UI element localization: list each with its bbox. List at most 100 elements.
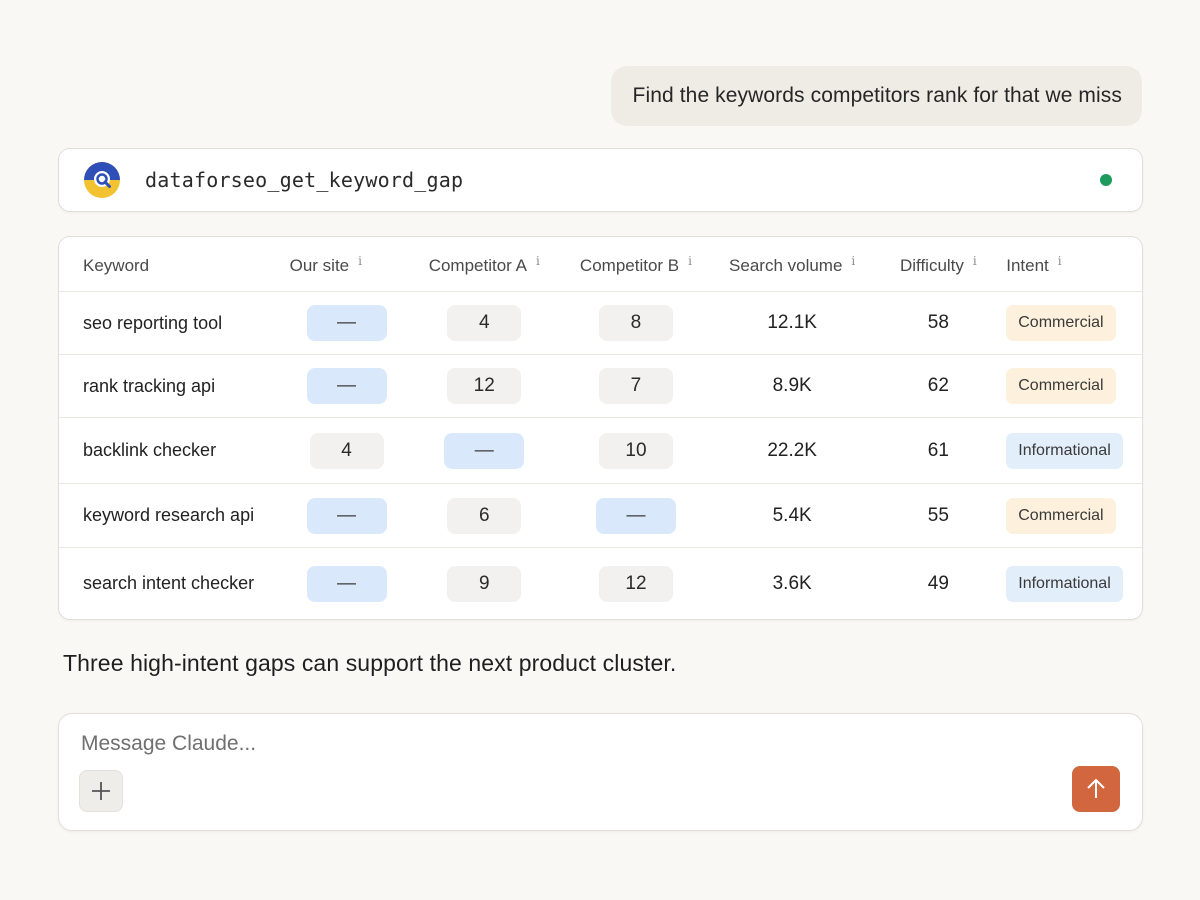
table-row: search intent checker — 9 12 3.6K 49 Informati… (59, 548, 1142, 619)
competitor-a-rank: 12 (447, 368, 522, 404)
our-site-rank-cell: 4 (289, 432, 407, 469)
competitor-a-rank-cell: 9 (406, 565, 562, 602)
intent-cell: Commercial (1002, 497, 1142, 534)
keyword-cell: search intent checker (59, 573, 289, 594)
competitor-b-rank-cell: — (562, 497, 710, 534)
gap-indicator: — (444, 432, 525, 469)
competitor-a-rank: 9 (447, 565, 522, 602)
table-row: seo reporting tool — 4 8 12.1K 58 Commercial (59, 292, 1142, 355)
difficulty-cell: 58 (875, 312, 1003, 334)
dataforseo-logo-icon (83, 161, 121, 199)
competitor-b-rank-cell: 7 (562, 368, 710, 404)
info-icon[interactable]: i (536, 254, 540, 268)
keyword-text: backlink checker (83, 440, 217, 460)
search-volume: 5.4K (772, 504, 812, 526)
our-site-rank-cell: — (289, 305, 407, 341)
search-volume: 22.2K (767, 439, 817, 461)
arrow-up-icon (1084, 777, 1108, 801)
keyword-text: seo reporting tool (83, 312, 223, 333)
difficulty-score: 58 (927, 312, 949, 333)
our-site-rank: 4 (309, 432, 384, 469)
intent-cell: Commercial (1002, 368, 1142, 404)
table-header-row: Keyword Our site i Competitor Ai Competit… (59, 237, 1142, 292)
tool-name: dataforseo_get_keyword_gap (145, 168, 464, 192)
search-volume: 3.6K (772, 572, 812, 594)
keyword-text: rank tracking api (83, 375, 216, 396)
header-competitor-b: Competitor Bi (579, 254, 692, 275)
keyword-cell: rank tracking api (59, 376, 289, 397)
competitor-b-rank: 12 (598, 565, 673, 602)
search-volume-cell: 22.2K (710, 440, 875, 462)
search-volume-cell: 8.9K (710, 375, 875, 397)
keyword-cell: backlink checker (59, 440, 289, 461)
keyword-cell: keyword research api (59, 505, 289, 526)
table-row: keyword research api — 6 — 5.4K 55 Commercial (59, 484, 1142, 548)
search-volume-cell: 12.1K (710, 312, 875, 334)
difficulty-cell: 61 (875, 440, 1003, 462)
header-keyword: Keyword (83, 256, 150, 275)
difficulty-cell: 62 (875, 375, 1003, 397)
add-attachment-button[interactable] (79, 770, 123, 812)
user-message-text: Find the keywords competitors rank for t… (632, 84, 1122, 107)
competitor-b-rank: 8 (598, 305, 673, 341)
competitor-b-rank: 7 (598, 368, 673, 404)
header-intent: Intent i (1006, 254, 1062, 275)
info-icon[interactable]: i (851, 254, 855, 268)
keyword-text: keyword research api (83, 505, 255, 525)
difficulty-cell: 55 (875, 505, 1003, 527)
intent-badge: Informational (1006, 565, 1123, 602)
intent-badge: Commercial (1006, 368, 1116, 404)
competitor-a-rank-cell: 4 (406, 305, 562, 341)
competitor-a-rank-cell: — (406, 432, 562, 469)
gap-indicator: — (306, 305, 387, 341)
header-difficulty: Difficulty i (899, 254, 977, 275)
keyword-text: search intent checker (83, 573, 255, 593)
gap-indicator: — (306, 368, 387, 404)
gap-indicator: — (595, 497, 676, 534)
difficulty-score: 62 (927, 375, 949, 396)
difficulty-cell: 49 (875, 573, 1003, 595)
gap-indicator: — (306, 497, 387, 534)
search-volume: 8.9K (772, 375, 812, 396)
header-competitor-a: Competitor Ai (428, 254, 540, 275)
send-button[interactable] (1072, 766, 1120, 812)
competitor-b-rank-cell: 12 (562, 565, 710, 602)
our-site-rank-cell: — (289, 565, 407, 602)
info-icon[interactable]: i (688, 254, 692, 268)
user-message-bubble: Find the keywords competitors rank for t… (610, 66, 1142, 126)
plus-icon (90, 780, 112, 802)
info-icon[interactable]: i (358, 254, 362, 268)
message-input[interactable] (81, 732, 981, 756)
competitor-a-rank: 4 (447, 305, 522, 341)
competitor-a-rank-cell: 6 (406, 497, 562, 534)
assistant-message: Three high-intent gaps can support the n… (63, 650, 677, 676)
intent-cell: Commercial (1002, 305, 1142, 341)
competitor-b-rank-cell: 8 (562, 305, 710, 341)
intent-badge: Commercial (1006, 305, 1116, 341)
intent-cell: Informational (1002, 432, 1142, 469)
info-icon[interactable]: i (1058, 254, 1062, 268)
chat-page: Find the keywords competitors rank for t… (0, 0, 1200, 900)
difficulty-score: 55 (927, 504, 949, 526)
table-row: backlink checker 4 — 10 22.2K 61 Informational (59, 418, 1142, 484)
search-volume-cell: 3.6K (710, 573, 875, 595)
keyword-cell: seo reporting tool (59, 313, 289, 334)
table-row: rank tracking api — 12 7 8.9K 62 Commercial (59, 355, 1142, 418)
our-site-rank-cell: — (289, 368, 407, 404)
intent-badge: Informational (1006, 432, 1123, 469)
header-search-volume: Search volume i (729, 254, 856, 275)
competitor-a-rank-cell: 12 (406, 368, 562, 404)
competitor-b-rank-cell: 10 (562, 432, 710, 469)
intent-badge: Commercial (1006, 497, 1116, 534)
competitor-b-rank: 10 (598, 432, 673, 469)
difficulty-score: 61 (927, 439, 949, 461)
competitor-a-rank: 6 (447, 497, 522, 534)
message-composer (58, 713, 1143, 831)
intent-cell: Informational (1002, 565, 1142, 602)
search-volume-cell: 5.4K (710, 505, 875, 527)
keyword-gap-table: Keyword Our site i Competitor Ai Competit… (58, 236, 1143, 620)
search-volume: 12.1K (767, 312, 817, 333)
info-icon[interactable]: i (973, 254, 977, 268)
header-our-site: Our site i (289, 254, 362, 275)
tool-call-card[interactable]: dataforseo_get_keyword_gap (58, 148, 1143, 212)
